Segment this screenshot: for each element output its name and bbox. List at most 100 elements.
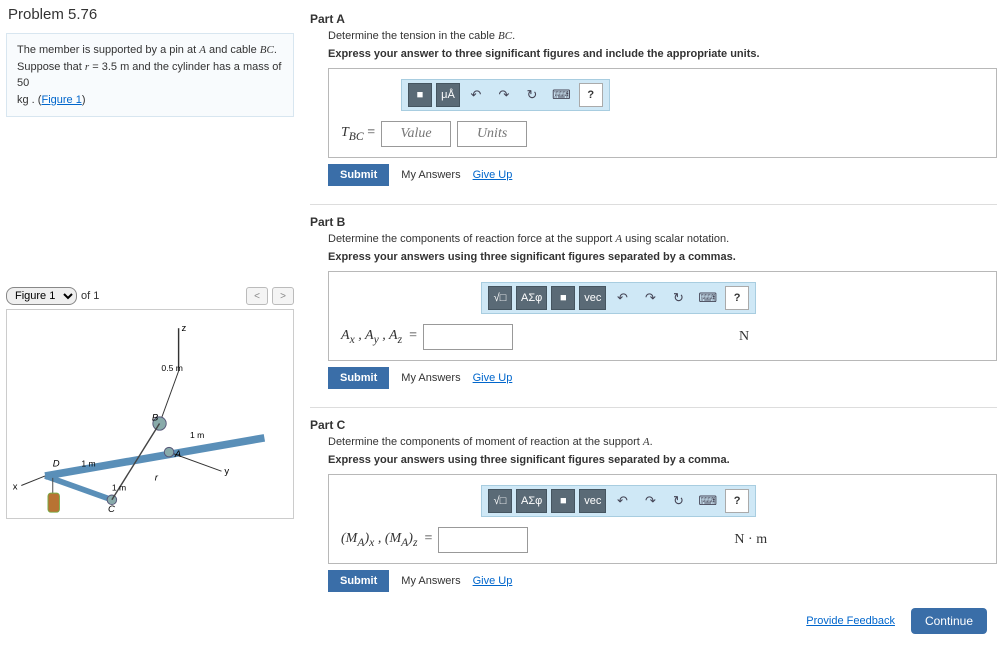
sqrt-icon[interactable]: √□ bbox=[488, 286, 512, 310]
part-b-unit: N bbox=[739, 329, 749, 345]
part-a-units-input[interactable] bbox=[457, 121, 527, 147]
part-c-answer-box: √□ ΑΣφ ■ vec ↶ ↷ ↻ ⌨ ? (MA)x , (MA)z = N… bbox=[328, 474, 997, 564]
undo-icon[interactable]: ↶ bbox=[464, 83, 488, 107]
part-c-lhs: (MA)x , (MA)z = bbox=[341, 531, 432, 549]
vec-icon[interactable]: vec bbox=[579, 489, 606, 513]
part-c-toolbar: √□ ΑΣφ ■ vec ↶ ↷ ↻ ⌨ ? bbox=[481, 485, 756, 517]
separator bbox=[310, 204, 997, 205]
provide-feedback-link[interactable]: Provide Feedback bbox=[806, 615, 895, 627]
redo-icon[interactable]: ↷ bbox=[638, 286, 662, 310]
problem-description: The member is supported by a pin at A an… bbox=[6, 33, 294, 117]
q-text: . bbox=[512, 30, 515, 42]
undo-icon[interactable]: ↶ bbox=[610, 489, 634, 513]
svg-text:1 m: 1 m bbox=[112, 482, 126, 492]
desc-text: and cable bbox=[206, 44, 260, 56]
help-icon[interactable]: ? bbox=[725, 489, 749, 513]
keyboard-icon[interactable]: ⌨ bbox=[694, 489, 721, 513]
part-a-value-input[interactable] bbox=[381, 121, 451, 147]
figure-select[interactable]: Figure 1 bbox=[6, 287, 77, 305]
part-b-toolbar: √□ ΑΣφ ■ vec ↶ ↷ ↻ ⌨ ? bbox=[481, 282, 756, 314]
q-var: A bbox=[643, 436, 650, 448]
undo-icon[interactable]: ↶ bbox=[610, 286, 634, 310]
separator bbox=[310, 407, 997, 408]
part-b-value-input[interactable] bbox=[423, 324, 513, 350]
part-c-value-input[interactable] bbox=[438, 527, 528, 553]
reset-icon[interactable]: ↻ bbox=[666, 489, 690, 513]
q-text: . bbox=[650, 436, 653, 448]
q-text: Determine the tension in the cable bbox=[328, 30, 498, 42]
redo-icon[interactable]: ↷ bbox=[638, 489, 662, 513]
desc-unit-kg: kg bbox=[17, 94, 29, 106]
template-icon[interactable]: ■ bbox=[408, 83, 432, 107]
part-b-label: Part B bbox=[310, 215, 997, 229]
q-text: Determine the components of moment of re… bbox=[328, 436, 643, 448]
vec-icon[interactable]: vec bbox=[579, 286, 606, 310]
units-icon[interactable]: μÅ bbox=[436, 83, 460, 107]
part-b-question: Determine the components of reaction for… bbox=[328, 233, 997, 245]
part-c-submit-button[interactable]: Submit bbox=[328, 570, 389, 592]
svg-text:D: D bbox=[53, 458, 60, 469]
figure-next-button[interactable]: > bbox=[272, 287, 294, 305]
part-a-submit-button[interactable]: Submit bbox=[328, 164, 389, 186]
part-c-unit: N · m bbox=[734, 532, 767, 548]
part-a-hint: Express your answer to three significant… bbox=[328, 48, 997, 60]
greek-icon[interactable]: ΑΣφ bbox=[516, 489, 547, 513]
keyboard-icon[interactable]: ⌨ bbox=[548, 83, 575, 107]
part-b-give-up[interactable]: Give Up bbox=[473, 372, 513, 384]
figure-nav: Figure 1 of 1 < > bbox=[6, 287, 294, 305]
help-icon[interactable]: ? bbox=[725, 286, 749, 310]
q-var: BC bbox=[498, 30, 512, 42]
part-b-answer-box: √□ ΑΣφ ■ vec ↶ ↷ ↻ ⌨ ? Ax , Ay , Az = N bbox=[328, 271, 997, 361]
desc-text: . ( bbox=[29, 94, 42, 106]
svg-text:A: A bbox=[174, 449, 181, 460]
desc-text: ) bbox=[82, 94, 86, 106]
svg-text:y: y bbox=[224, 466, 229, 477]
part-c-label: Part C bbox=[310, 418, 997, 432]
template-icon[interactable]: ■ bbox=[551, 286, 575, 310]
svg-text:r: r bbox=[155, 473, 159, 484]
part-b-my-answers[interactable]: My Answers bbox=[401, 372, 460, 384]
reset-icon[interactable]: ↻ bbox=[666, 286, 690, 310]
svg-text:1 m: 1 m bbox=[190, 430, 204, 440]
q-text: Determine the components of reaction for… bbox=[328, 233, 615, 245]
part-a-lhs: TBC = bbox=[341, 125, 375, 143]
reset-icon[interactable]: ↻ bbox=[520, 83, 544, 107]
desc-text: . bbox=[274, 44, 277, 56]
part-a-question: Determine the tension in the cable BC. bbox=[328, 30, 997, 42]
part-c-give-up[interactable]: Give Up bbox=[473, 575, 513, 587]
part-c-hint: Express your answers using three signifi… bbox=[328, 454, 997, 466]
desc-text: Suppose that bbox=[17, 61, 85, 73]
template-icon[interactable]: ■ bbox=[551, 489, 575, 513]
q-text: using scalar notation. bbox=[622, 233, 729, 245]
desc-var-A: A bbox=[199, 44, 206, 56]
svg-text:x: x bbox=[13, 481, 18, 492]
svg-text:z: z bbox=[181, 323, 186, 334]
part-b-lhs: Ax , Ay , Az = bbox=[341, 328, 417, 346]
figure-prev-button[interactable]: < bbox=[246, 287, 268, 305]
part-b-hint: Express your answers using three signifi… bbox=[328, 251, 997, 263]
part-c-question: Determine the components of moment of re… bbox=[328, 436, 997, 448]
part-a-my-answers[interactable]: My Answers bbox=[401, 169, 460, 181]
desc-text: = 3.5 bbox=[89, 61, 120, 73]
part-a-label: Part A bbox=[310, 12, 997, 26]
desc-unit-m: m bbox=[120, 61, 129, 73]
desc-var-BC: BC bbox=[260, 44, 274, 56]
figure-box: z x y 0.5 m B A C D 1 m bbox=[6, 309, 294, 519]
sqrt-icon[interactable]: √□ bbox=[488, 489, 512, 513]
part-a-give-up[interactable]: Give Up bbox=[473, 169, 513, 181]
greek-icon[interactable]: ΑΣφ bbox=[516, 286, 547, 310]
figure-of-label: of 1 bbox=[81, 290, 242, 302]
svg-text:B: B bbox=[152, 413, 159, 424]
help-icon[interactable]: ? bbox=[579, 83, 603, 107]
part-a-toolbar: ■ μÅ ↶ ↷ ↻ ⌨ ? bbox=[401, 79, 610, 111]
continue-button[interactable]: Continue bbox=[911, 608, 987, 634]
svg-text:0.5 m: 0.5 m bbox=[161, 363, 182, 373]
svg-text:C: C bbox=[108, 504, 115, 515]
redo-icon[interactable]: ↷ bbox=[492, 83, 516, 107]
problem-title: Problem 5.76 bbox=[0, 0, 300, 29]
part-c-my-answers[interactable]: My Answers bbox=[401, 575, 460, 587]
keyboard-icon[interactable]: ⌨ bbox=[694, 286, 721, 310]
desc-text: The member is supported by a pin at bbox=[17, 44, 199, 56]
part-b-submit-button[interactable]: Submit bbox=[328, 367, 389, 389]
figure-link[interactable]: Figure 1 bbox=[41, 94, 81, 106]
